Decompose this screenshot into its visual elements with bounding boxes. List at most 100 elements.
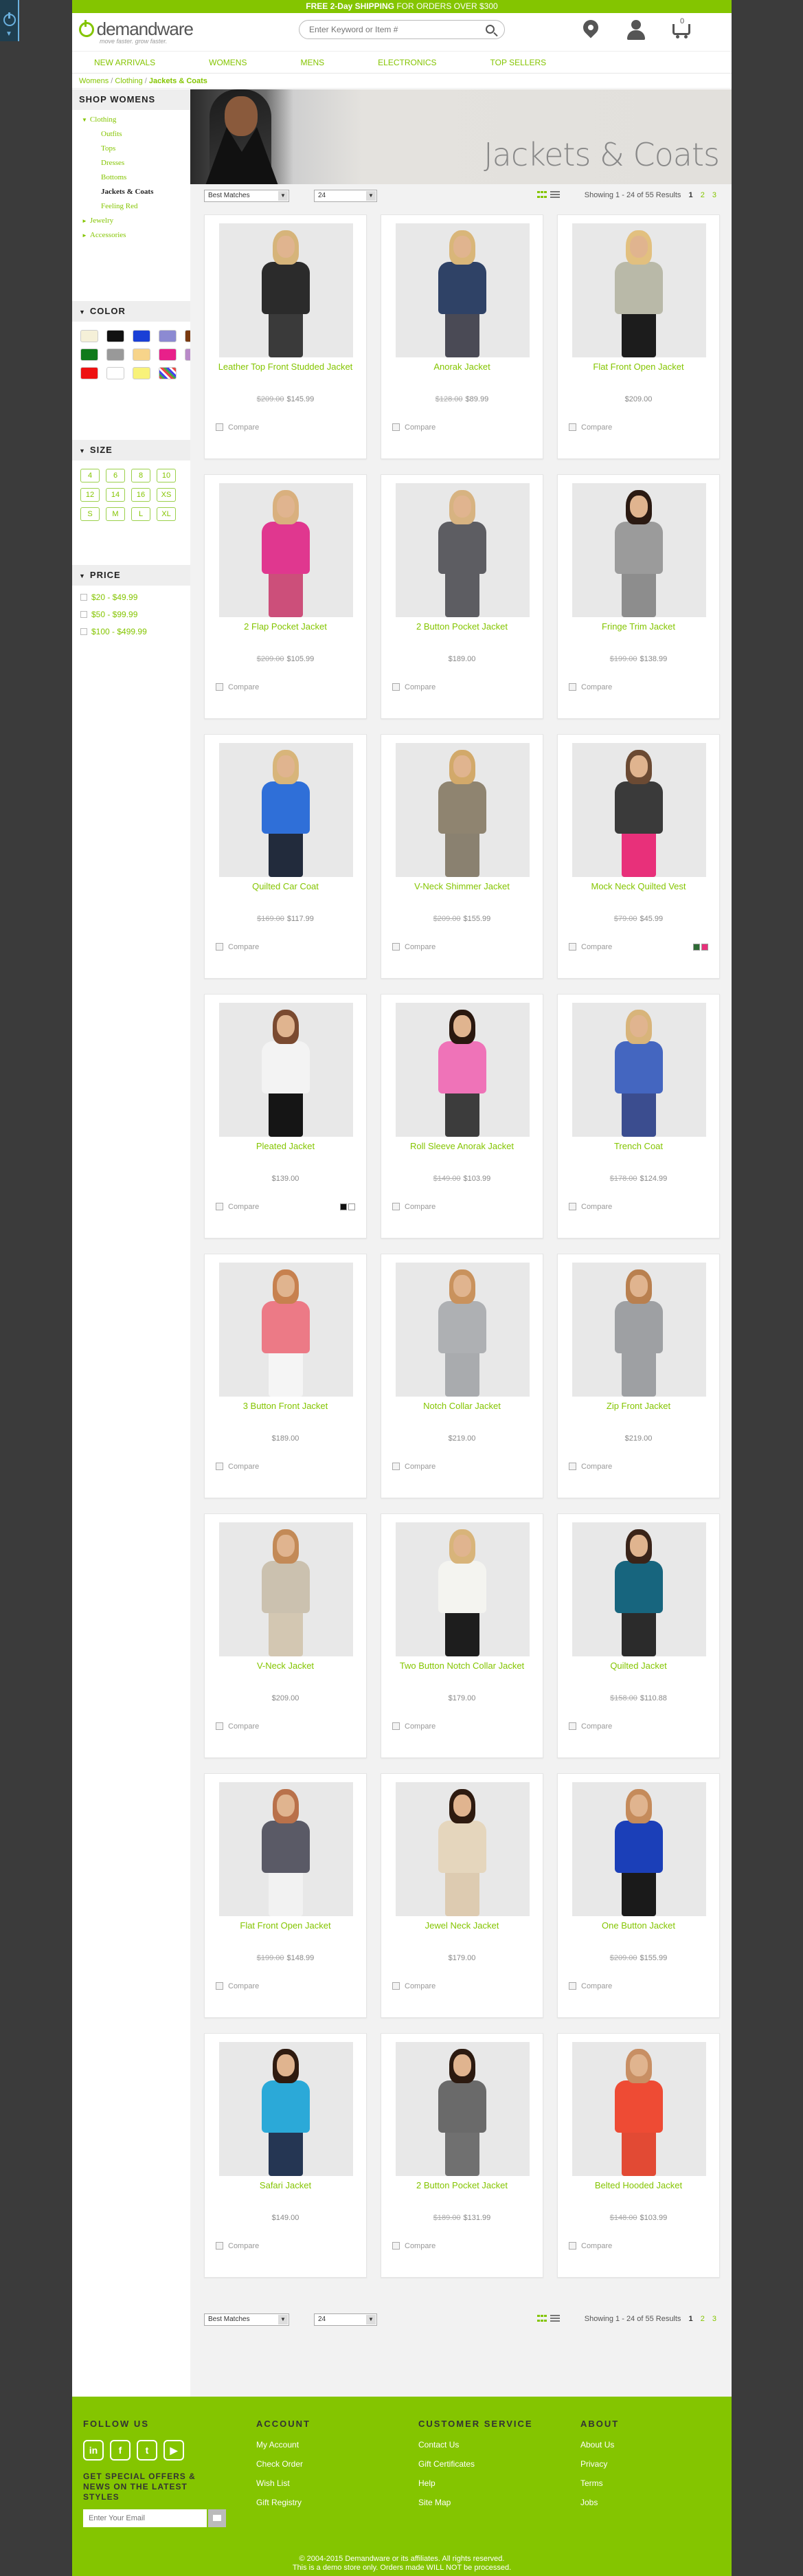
product-image[interactable]: [572, 743, 706, 877]
product-image[interactable]: [219, 1003, 353, 1137]
checkbox[interactable]: [392, 423, 400, 431]
compare-checkbox[interactable]: Compare: [569, 1203, 612, 1211]
compare-checkbox[interactable]: Compare: [392, 1982, 436, 1990]
compare-checkbox[interactable]: Compare: [569, 943, 612, 951]
color-swatch[interactable]: [693, 944, 700, 951]
color-swatch[interactable]: [80, 330, 98, 342]
nav-electronics[interactable]: ELECTRONICS: [378, 52, 436, 73]
checkbox[interactable]: [80, 628, 87, 635]
product-name[interactable]: Quilted Jacket: [565, 1661, 712, 1672]
checkbox[interactable]: [216, 1203, 223, 1210]
linkedin-icon[interactable]: in: [83, 2440, 104, 2461]
checkbox[interactable]: [392, 2242, 400, 2250]
twitter-icon[interactable]: t: [137, 2440, 157, 2461]
color-swatch[interactable]: [133, 367, 150, 379]
logo[interactable]: demandware move faster. grow faster.: [79, 19, 194, 45]
checkbox[interactable]: [216, 1982, 223, 1990]
category-item[interactable]: Bottoms: [82, 173, 190, 181]
store-locator-button[interactable]: [580, 16, 602, 41]
compare-checkbox[interactable]: Compare: [216, 1722, 259, 1731]
footer-link[interactable]: Privacy: [580, 2459, 619, 2469]
product-name[interactable]: Quilted Car Coat: [212, 881, 359, 892]
product-name[interactable]: Mock Neck Quilted Vest: [565, 881, 712, 892]
page-size-select[interactable]: 24 ▼: [314, 2313, 377, 2326]
compare-checkbox[interactable]: Compare: [392, 943, 436, 951]
product-name[interactable]: Pleated Jacket: [212, 1141, 359, 1152]
checkbox[interactable]: [569, 2242, 576, 2250]
product-name[interactable]: Two Button Notch Collar Jacket: [388, 1661, 536, 1672]
product-name[interactable]: 3 Button Front Jacket: [212, 1401, 359, 1412]
footer-link[interactable]: Check Order: [256, 2459, 310, 2469]
compare-checkbox[interactable]: Compare: [392, 1463, 436, 1471]
product-image[interactable]: [219, 1263, 353, 1397]
price-option[interactable]: $100 - $499.99: [80, 627, 190, 636]
sort-select[interactable]: Best Matches ▼: [204, 2313, 289, 2326]
mini-cart-button[interactable]: 0: [672, 17, 690, 41]
checkbox[interactable]: [80, 594, 87, 601]
size-option[interactable]: XS: [157, 488, 176, 502]
product-image[interactable]: [396, 223, 530, 357]
compare-checkbox[interactable]: Compare: [392, 683, 436, 691]
category-item[interactable]: Dresses: [82, 159, 190, 167]
color-swatch[interactable]: [159, 330, 177, 342]
product-image[interactable]: [572, 1782, 706, 1916]
size-option[interactable]: 12: [80, 488, 100, 502]
product-name[interactable]: Belted Hooded Jacket: [565, 2180, 712, 2191]
size-option[interactable]: M: [106, 507, 125, 521]
search-input[interactable]: [309, 25, 474, 34]
product-name[interactable]: One Button Jacket: [565, 1920, 712, 1931]
product-name[interactable]: Anorak Jacket: [388, 362, 536, 373]
color-swatch[interactable]: [340, 1203, 347, 1210]
product-name[interactable]: Safari Jacket: [212, 2180, 359, 2191]
footer-link[interactable]: Gift Certificates: [418, 2459, 533, 2469]
compare-checkbox[interactable]: Compare: [392, 1203, 436, 1211]
product-name[interactable]: Flat Front Open Jacket: [565, 362, 712, 373]
compare-checkbox[interactable]: Compare: [216, 943, 259, 951]
category-item[interactable]: Outfits: [82, 130, 190, 138]
category-item[interactable]: ► Jewelry: [82, 216, 190, 225]
compare-checkbox[interactable]: Compare: [216, 2242, 259, 2250]
product-name[interactable]: Zip Front Jacket: [565, 1401, 712, 1412]
color-swatch[interactable]: [133, 330, 150, 342]
checkbox[interactable]: [392, 1463, 400, 1470]
compare-checkbox[interactable]: Compare: [216, 1982, 259, 1990]
nav-top-sellers[interactable]: TOP SELLERS: [490, 52, 547, 73]
product-image[interactable]: [572, 2042, 706, 2176]
product-image[interactable]: [572, 483, 706, 617]
checkbox[interactable]: [569, 1982, 576, 1990]
product-image[interactable]: [572, 1003, 706, 1137]
color-swatch[interactable]: [348, 1203, 355, 1210]
color-swatch[interactable]: [80, 367, 98, 379]
checkbox[interactable]: [216, 423, 223, 431]
color-swatch[interactable]: [159, 348, 177, 361]
footer-link[interactable]: Jobs: [580, 2498, 619, 2507]
checkbox[interactable]: [569, 683, 576, 691]
product-image[interactable]: [219, 1782, 353, 1916]
product-name[interactable]: 2 Flap Pocket Jacket: [212, 621, 359, 632]
footer-link[interactable]: Gift Registry: [256, 2498, 310, 2507]
product-name[interactable]: Flat Front Open Jacket: [212, 1920, 359, 1931]
breadcrumb-clothing[interactable]: Clothing: [115, 77, 142, 85]
page-2-link[interactable]: 2: [701, 191, 705, 199]
product-name[interactable]: Notch Collar Jacket: [388, 1401, 536, 1412]
compare-checkbox[interactable]: Compare: [392, 423, 436, 432]
footer-link[interactable]: My Account: [256, 2440, 310, 2450]
size-option[interactable]: 6: [106, 469, 125, 482]
checkbox[interactable]: [216, 1463, 223, 1470]
size-option[interactable]: 10: [157, 469, 176, 482]
product-name[interactable]: Leather Top Front Studded Jacket: [212, 362, 359, 373]
size-refinement-title[interactable]: ▼ SIZE: [72, 440, 190, 460]
compare-checkbox[interactable]: Compare: [392, 1722, 436, 1731]
checkbox[interactable]: [392, 943, 400, 951]
checkbox[interactable]: [216, 2242, 223, 2250]
product-image[interactable]: [396, 1263, 530, 1397]
product-image[interactable]: [396, 2042, 530, 2176]
side-panel-toggle[interactable]: ▼: [0, 0, 19, 41]
color-swatch[interactable]: [159, 367, 177, 379]
compare-checkbox[interactable]: Compare: [216, 423, 259, 432]
grid-view-icon[interactable]: [537, 2315, 547, 2323]
page-size-select[interactable]: 24 ▼: [314, 190, 377, 202]
compare-checkbox[interactable]: Compare: [569, 1463, 612, 1471]
category-item[interactable]: Feeling Red: [82, 202, 190, 210]
price-refinement-title[interactable]: ▼ PRICE: [72, 565, 190, 586]
